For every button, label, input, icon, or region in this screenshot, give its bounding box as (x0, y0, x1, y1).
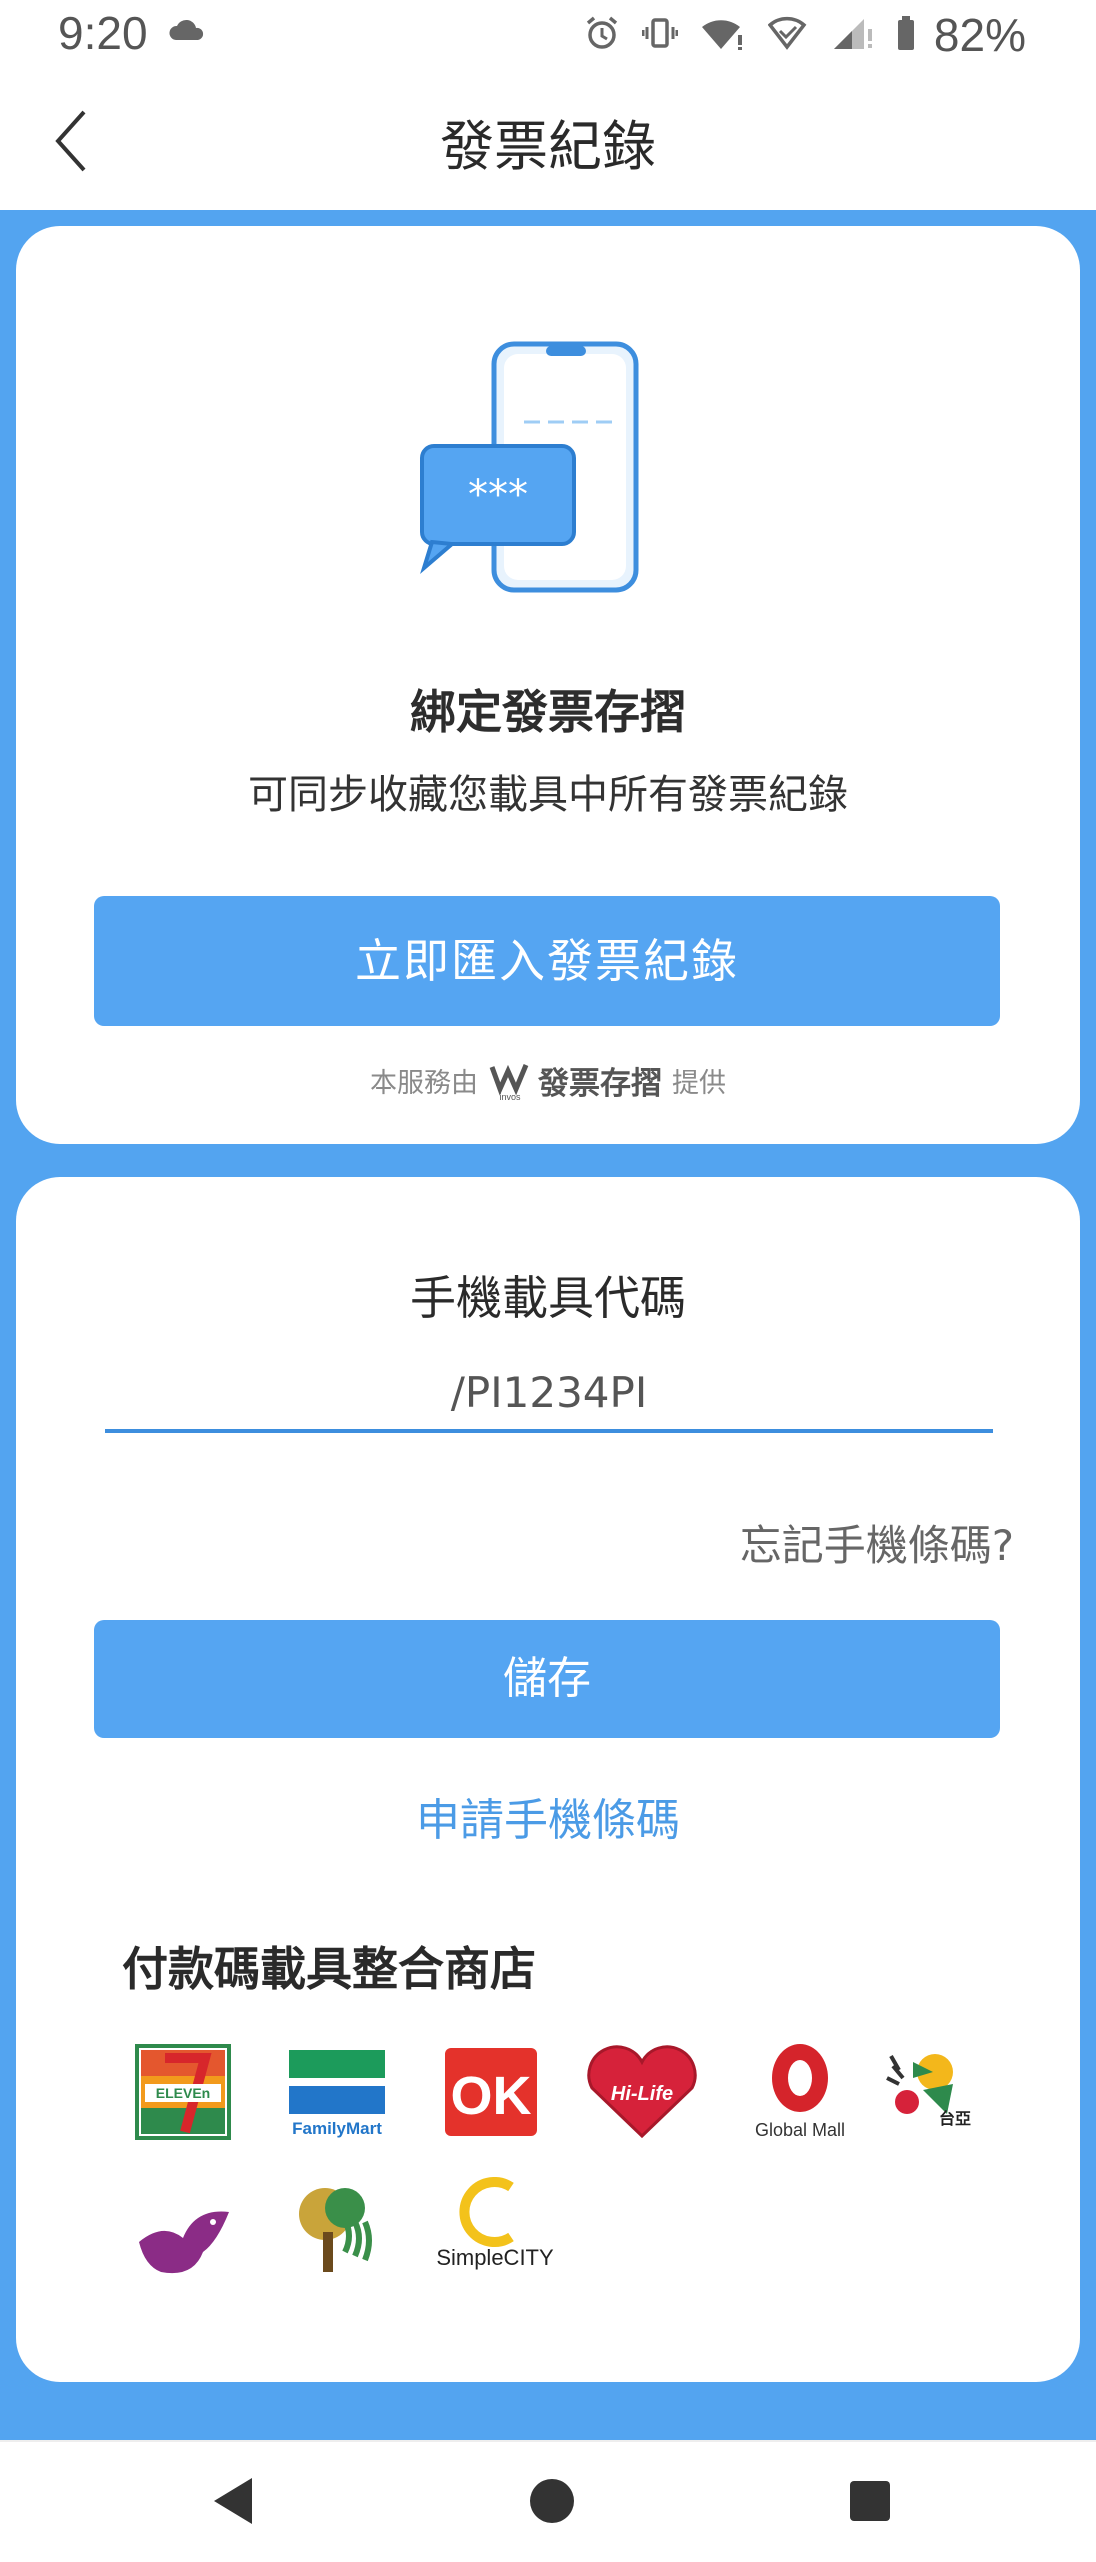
carrier-code-input[interactable] (105, 1355, 993, 1433)
wifi-icon (700, 15, 746, 55)
nav-back-button[interactable] (208, 2474, 256, 2532)
store-logo-simplecity: SimpleCITY (430, 2177, 560, 2287)
triangle-back-icon (214, 2478, 252, 2524)
invos-logo-icon: invos (489, 1063, 529, 1101)
save-button[interactable]: 儲存 (94, 1620, 1000, 1738)
bind-invoice-card: *** 綁定發票存摺 可同步收藏您載具中所有發票紀錄 立即匯入發票紀錄 本服務由… (16, 226, 1080, 1144)
bind-heading: 綁定發票存摺 (410, 685, 686, 739)
provider-prefix: 本服務由 (370, 1068, 478, 1099)
page-title: 發票紀錄 (440, 115, 656, 178)
status-bar: 9:20 82% (0, 0, 1096, 62)
system-nav-bar (0, 2440, 1096, 2562)
phone-message-illustration: *** (420, 338, 650, 602)
store-logo-globalmall: Global Mall (740, 2037, 860, 2147)
svg-text:ELEVEn: ELEVEn (156, 2085, 210, 2101)
status-time: 9:20 (58, 7, 148, 59)
svg-text:Global Mall: Global Mall (755, 2120, 845, 2140)
carrier-title: 手機載具代碼 (410, 1271, 686, 1325)
svg-text:Hi-Life: Hi-Life (611, 2083, 673, 2105)
provider-suffix: 提供 (672, 1068, 726, 1099)
illustration-asterisks: *** (468, 472, 528, 518)
store-logo-bird (128, 2187, 238, 2297)
battery-percent: 82% (933, 9, 1026, 61)
nav-recents-button[interactable] (846, 2474, 894, 2532)
store-logo-hilife: Hi-Life (582, 2037, 702, 2147)
store-logo-familymart: FamilyMart (282, 2037, 392, 2147)
svg-text:OK: OK (451, 2066, 532, 2126)
battery-icon (896, 15, 916, 55)
alarm-icon (584, 15, 620, 55)
bind-description: 可同步收藏您載具中所有發票紀錄 (248, 772, 848, 818)
invos-logo: invos 發票存摺 (488, 1058, 662, 1103)
store-logo-ok: OK (436, 2037, 546, 2147)
provider-credit: 本服務由 invos 發票存摺 提供 (16, 1058, 1080, 1103)
wifi-calling-icon (767, 15, 808, 55)
provider-brand: 發票存摺 (538, 1066, 662, 1102)
svg-text:invos: invos (499, 1092, 521, 1101)
import-invoice-button[interactable]: 立即匯入發票紀錄 (94, 896, 1000, 1026)
store-logo-taiya: 台亞 (868, 2037, 988, 2147)
square-recents-icon (850, 2481, 890, 2521)
svg-text:台亞: 台亞 (939, 2109, 971, 2128)
svg-text:SimpleCITY: SimpleCITY (436, 2245, 554, 2270)
signal-icon (830, 15, 874, 55)
status-icons: 82% (584, 8, 1026, 62)
forgot-barcode-link[interactable]: 忘記手機條碼? (740, 1512, 1014, 1573)
stores-title: 付款碼載具整合商店 (122, 1942, 536, 1996)
store-logo-tree (282, 2177, 392, 2287)
app-bar: 發票紀錄 (0, 62, 1096, 210)
store-logo-7eleven: ELEVEn (128, 2037, 238, 2147)
circle-home-icon (530, 2479, 574, 2523)
svg-text:FamilyMart: FamilyMart (292, 2119, 382, 2138)
vibrate-icon (641, 15, 679, 55)
cloud-icon (168, 18, 206, 46)
nav-home-button[interactable] (528, 2474, 576, 2532)
apply-barcode-link[interactable]: 申請手機條碼 (16, 1784, 1080, 1848)
mobile-carrier-card: 手機載具代碼 忘記手機條碼? 儲存 申請手機條碼 付款碼載具整合商店 ELEVE… (16, 1177, 1080, 2382)
